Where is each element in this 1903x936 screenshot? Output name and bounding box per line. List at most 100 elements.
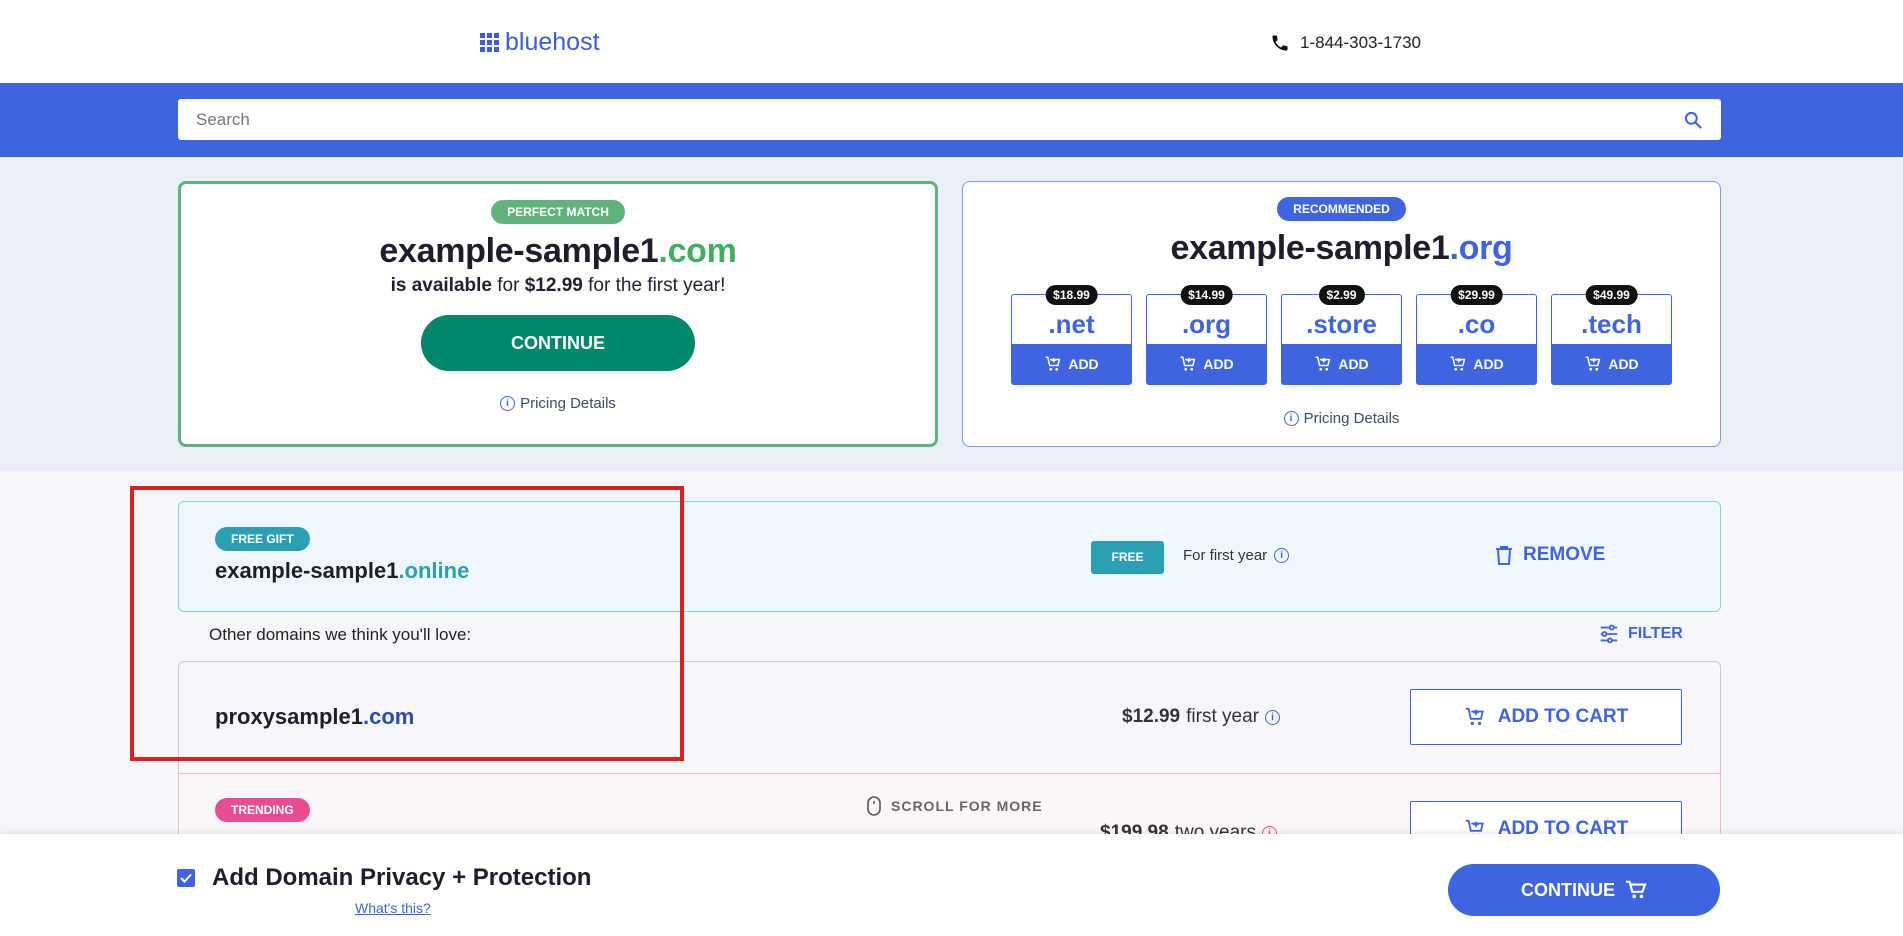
tld-name: .store [1306, 309, 1377, 339]
tld-name: .org [1181, 309, 1232, 339]
search-input[interactable] [196, 109, 1683, 130]
avail-for: for [497, 275, 520, 296]
tld-price: $2.99 [1318, 285, 1365, 305]
perfect-match-continue-button[interactable]: CONTINUE [421, 315, 695, 371]
recommended-badge: RECOMMENDED [1277, 197, 1406, 221]
checkmark-icon [180, 873, 192, 883]
perfect-match-card: PERFECT MATCH example-sample1.com is ava… [178, 181, 938, 447]
perfect-match-badge: PERFECT MATCH [491, 200, 625, 224]
tld-option-store: $2.99 .store ADD [1281, 285, 1402, 385]
tld-add-label: ADD [1068, 356, 1099, 372]
tld-add-label: ADD [1338, 356, 1369, 372]
info-icon: i [1283, 411, 1299, 426]
tld-price: $14.99 [1180, 285, 1233, 305]
trending-badge: TRENDING [215, 798, 310, 822]
scroll-hint: SCROLL FOR MORE [867, 796, 1043, 816]
availability-text: is available for $12.99 for the first ye… [181, 275, 935, 297]
continue-label: CONTINUE [1521, 879, 1615, 900]
whats-this-link[interactable]: What's this? [355, 900, 431, 916]
free-badge: FREE [1091, 541, 1164, 574]
domain-tld: .com [658, 232, 737, 270]
tld-option-net: $18.99 .net ADD [1011, 285, 1132, 385]
domain-name: proxysample1 [215, 704, 363, 729]
filter-label: FILTER [1628, 625, 1683, 642]
privacy-label: Add Domain Privacy + Protection [212, 864, 592, 891]
suggestion-price: $12.99 first year i [1122, 706, 1280, 728]
pricing-details-label: Pricing Details [520, 395, 616, 412]
tld-add-button[interactable]: ADD [1012, 344, 1131, 384]
cart-plus-icon [1585, 356, 1601, 371]
phone-icon [1272, 35, 1288, 51]
grid-icon [480, 33, 499, 52]
domain-tld: .online [398, 558, 470, 583]
tld-add-label: ADD [1473, 356, 1504, 372]
tld-add-label: ADD [1608, 356, 1639, 372]
domain-tld: .com [362, 704, 415, 729]
bluehost-logo[interactable]: bluehost [480, 28, 600, 57]
free-gift-card: FREE GIFT example-sample1.online FREE Fo… [178, 501, 1721, 612]
domain-tld: .org [1449, 229, 1513, 267]
free-period: For first year i [1183, 547, 1290, 564]
tld-name: .tech [1581, 309, 1642, 339]
info-icon[interactable]: i [1264, 709, 1280, 725]
price-period: first year [1186, 706, 1259, 727]
search-box [178, 99, 1721, 140]
recommended-domain: example-sample1.org [963, 229, 1720, 268]
tld-option-tech: $49.99 .tech ADD [1551, 285, 1672, 385]
cart-plus-icon [1045, 356, 1061, 371]
remove-button[interactable]: REMOVE [1495, 544, 1605, 566]
privacy-checkbox[interactable] [177, 869, 195, 887]
add-to-cart-label: ADD TO CART [1497, 706, 1629, 727]
avail-suffix: for the first year! [588, 275, 726, 296]
info-icon: i [500, 396, 516, 411]
cart-plus-icon [1465, 707, 1484, 726]
tld-option-co: $29.99 .co ADD [1416, 285, 1537, 385]
tld-option-org: $14.99 .org ADD [1146, 285, 1267, 385]
tld-add-button[interactable]: ADD [1552, 344, 1671, 384]
cart-icon [1626, 880, 1647, 899]
tld-price: $49.99 [1585, 285, 1638, 305]
logo-text: bluehost [505, 28, 600, 56]
info-icon[interactable]: i [1274, 548, 1290, 563]
sliders-icon [1600, 624, 1618, 644]
suggestions-label: Other domains we think you'll love: [209, 625, 472, 644]
search-icon[interactable] [1683, 110, 1703, 130]
pricing-details-link[interactable]: i Pricing Details [1283, 410, 1400, 427]
tld-add-button[interactable]: ADD [1417, 344, 1536, 384]
pricing-details-link[interactable]: i Pricing Details [500, 395, 616, 412]
domain-price: $12.99 [524, 275, 583, 296]
phone-number: 1-844-303-1730 [1300, 33, 1421, 52]
tld-options: $18.99 .net ADD $14.99 .org ADD $2.99 .s… [1011, 285, 1672, 385]
trash-icon [1496, 546, 1512, 565]
phone-link[interactable]: 1-844-303-1730 [1270, 33, 1421, 53]
site-header: bluehost 1-844-303-1730 [0, 0, 1903, 83]
tld-price: $29.99 [1450, 285, 1503, 305]
tld-add-button[interactable]: ADD [1147, 344, 1266, 384]
search-band [0, 83, 1903, 157]
free-gift-badge: FREE GIFT [215, 527, 310, 551]
pricing-details-label: Pricing Details [1303, 410, 1400, 427]
suggestion-domain: proxysample1.com [215, 704, 414, 730]
tld-add-button[interactable]: ADD [1282, 344, 1401, 384]
tld-add-label: ADD [1203, 356, 1234, 372]
domain-name: example-sample1 [215, 558, 399, 583]
cart-plus-icon [1450, 356, 1466, 371]
avail-prefix: is available [390, 275, 492, 296]
free-gift-domain: example-sample1.online [215, 558, 469, 584]
tld-name: .net [1048, 309, 1095, 339]
domain-name: example-sample1 [1170, 229, 1450, 267]
add-to-cart-button[interactable]: ADD TO CART [1410, 689, 1682, 745]
filter-button[interactable]: FILTER [1598, 623, 1683, 645]
scroll-hint-label: SCROLL FOR MORE [891, 798, 1043, 814]
tld-name: .co [1457, 309, 1496, 339]
period-label: For first year [1183, 547, 1268, 564]
tld-price: $18.99 [1045, 285, 1098, 305]
mouse-icon [867, 796, 881, 816]
continue-button[interactable]: CONTINUE [1448, 864, 1720, 916]
domain-name: example-sample1 [379, 232, 659, 270]
recommended-card: RECOMMENDED example-sample1.org $18.99 .… [962, 181, 1721, 447]
cart-plus-icon [1180, 356, 1196, 371]
perfect-match-domain: example-sample1.com [181, 232, 935, 271]
results-top-band: PERFECT MATCH example-sample1.com is ava… [0, 157, 1903, 471]
suggestion-row: proxysample1.com $12.99 first year i ADD T… [178, 661, 1721, 773]
